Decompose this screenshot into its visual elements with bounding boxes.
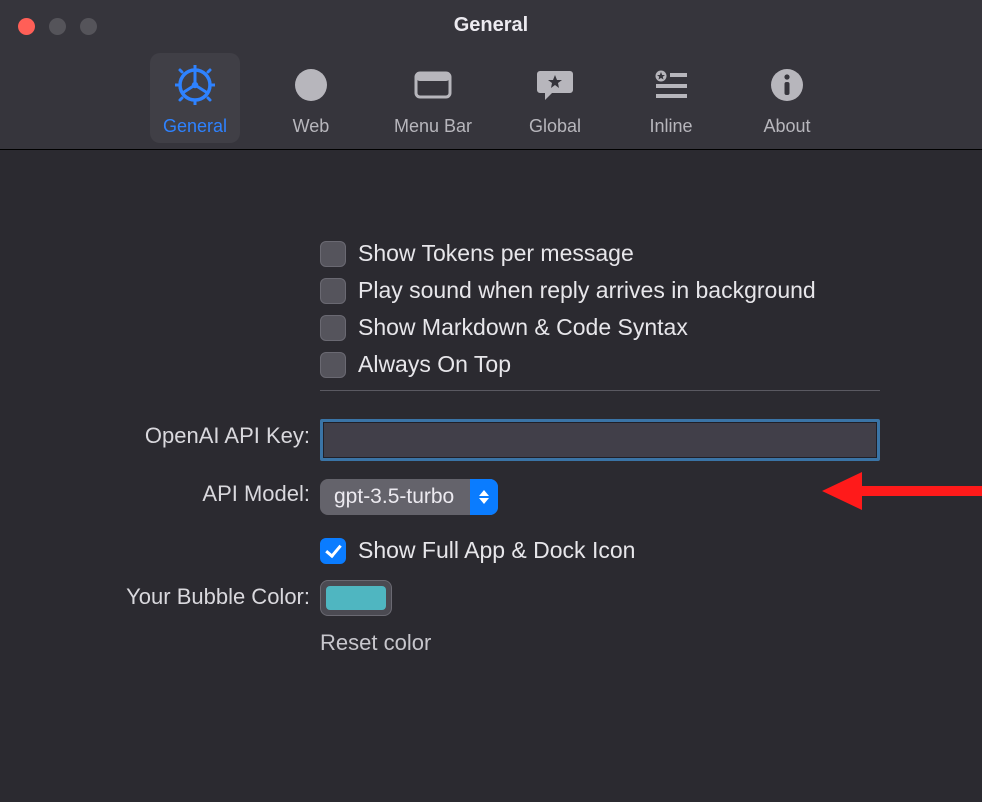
tab-inline[interactable]: Inline [626, 53, 716, 143]
api-model-value: gpt-3.5-turbo [320, 485, 470, 509]
tab-label: Global [529, 116, 581, 137]
checkbox-label: Show Markdown & Code Syntax [358, 314, 688, 341]
checkbox-always-on-top[interactable]: Always On Top [320, 351, 890, 378]
color-swatch [326, 586, 386, 610]
checkbox-show-markdown[interactable]: Show Markdown & Code Syntax [320, 314, 890, 341]
star-chat-icon [534, 64, 576, 106]
tab-label: About [763, 116, 810, 137]
menubar-icon [412, 64, 454, 106]
api-model-select[interactable]: gpt-3.5-turbo [320, 479, 498, 515]
bubble-color-well[interactable] [320, 580, 392, 616]
bubble-color-label: Your Bubble Color: [0, 580, 320, 610]
select-stepper-icon [470, 479, 498, 515]
info-icon [766, 64, 808, 106]
window-title: General [0, 14, 982, 37]
tab-label: Inline [650, 116, 693, 137]
checkbox-icon [320, 278, 346, 304]
checkbox-icon [320, 241, 346, 267]
api-model-label: API Model: [0, 477, 320, 507]
tab-about[interactable]: About [742, 53, 832, 143]
compass-icon [290, 64, 332, 106]
api-key-label: OpenAI API Key: [0, 419, 320, 449]
checkbox-icon [320, 538, 346, 564]
titlebar: General [0, 0, 982, 150]
checkbox-label: Always On Top [358, 351, 511, 378]
checkbox-label: Show Tokens per message [358, 240, 634, 267]
openai-api-key-input[interactable] [320, 419, 880, 461]
checkbox-show-tokens[interactable]: Show Tokens per message [320, 240, 890, 267]
tab-label: Web [293, 116, 330, 137]
checkbox-label: Show Full App & Dock Icon [358, 537, 635, 564]
gear-icon [174, 64, 216, 106]
inline-list-icon [650, 64, 692, 106]
preferences-toolbar: General Web Menu Bar [0, 53, 982, 143]
tab-global[interactable]: Global [510, 53, 600, 143]
tab-web[interactable]: Web [266, 53, 356, 143]
preferences-content: Show Tokens per message Play sound when … [0, 150, 982, 656]
reset-color-button[interactable]: Reset color [320, 630, 890, 656]
checkbox-icon [320, 352, 346, 378]
checkbox-play-sound[interactable]: Play sound when reply arrives in backgro… [320, 277, 890, 304]
divider [320, 390, 880, 391]
tab-label: Menu Bar [394, 116, 472, 137]
tab-menu-bar[interactable]: Menu Bar [382, 53, 484, 143]
checkbox-show-full-app[interactable]: Show Full App & Dock Icon [320, 537, 890, 564]
tab-label: General [163, 116, 227, 137]
checkbox-label: Play sound when reply arrives in backgro… [358, 277, 816, 304]
tab-general[interactable]: General [150, 53, 240, 143]
checkbox-icon [320, 315, 346, 341]
